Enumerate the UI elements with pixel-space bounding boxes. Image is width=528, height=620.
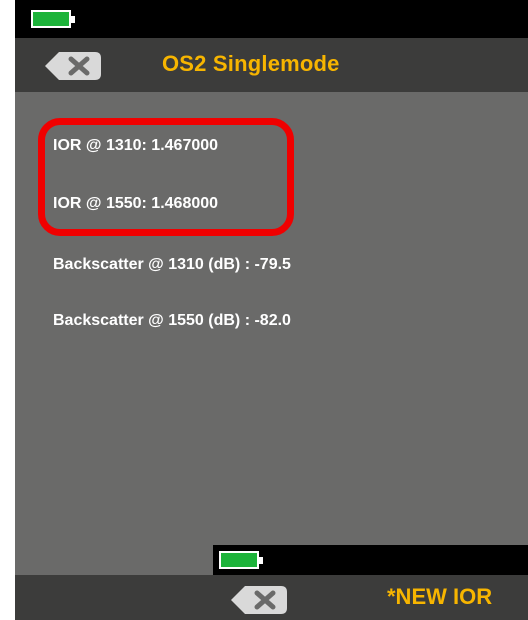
back-button[interactable] [44,51,102,81]
backscatter-1550-value: Backscatter @ 1550 (dB) : -82.0 [53,312,291,329]
backscatter-1310-value: Backscatter @ 1310 (dB) : -79.5 [53,256,291,273]
battery-icon [31,10,75,28]
back-x-icon [45,52,101,80]
ior-1310-value: IOR @ 1310: 1.467000 [53,137,219,154]
ior-highlight-box [38,118,294,236]
back-x-icon [231,586,287,614]
battery-icon [219,551,263,569]
bottom-bar: *NEW IOR [15,575,528,620]
back-button-lower[interactable] [230,585,288,615]
title-bar: OS2 Singlemode [15,38,528,92]
bottom-status-bar [213,545,528,575]
new-ior-button[interactable]: *NEW IOR [387,584,492,610]
ior-1550-value: IOR @ 1550: 1.468000 [53,195,219,212]
page-title: OS2 Singlemode [162,51,340,76]
status-bar [15,0,528,38]
device-screen: OS2 Singlemode IOR @ 1310: 1.467000 IOR … [15,0,528,620]
